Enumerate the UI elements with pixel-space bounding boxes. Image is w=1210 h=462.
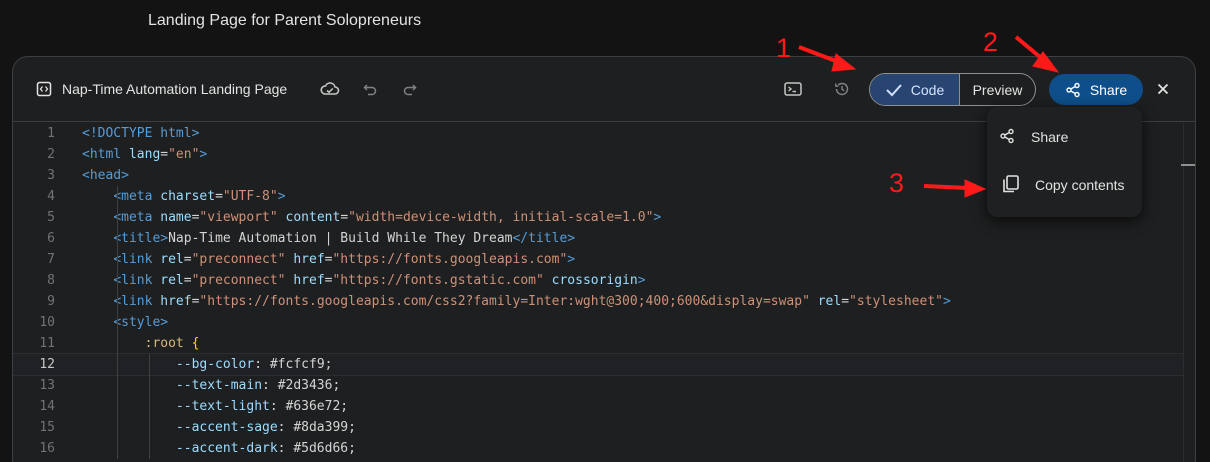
share-icon bbox=[999, 128, 1015, 147]
code-line[interactable]: 7 <link rel="preconnect" href="https://f… bbox=[13, 249, 1183, 270]
code-tab[interactable]: Code bbox=[870, 74, 960, 105]
preview-tab[interactable]: Preview bbox=[960, 74, 1035, 105]
code-text: <style> bbox=[113, 315, 169, 330]
share-menu-item[interactable]: Share bbox=[987, 115, 1142, 159]
line-number: 7 bbox=[47, 252, 55, 267]
share-button-label: Share bbox=[1089, 81, 1128, 98]
line-number: 12 bbox=[39, 357, 55, 372]
code-line[interactable]: 15 --accent-sage: #8da399; bbox=[13, 417, 1183, 438]
view-toggle: Code Preview bbox=[869, 73, 1036, 106]
annotation-2: 2 bbox=[983, 27, 999, 57]
indent-guide bbox=[149, 354, 150, 459]
code-text: <link rel="preconnect" href="https://fon… bbox=[113, 273, 646, 288]
copy-icon bbox=[1001, 174, 1021, 197]
share-menu: Share Copy contents bbox=[987, 107, 1142, 217]
code-text: --text-main: #2d3436; bbox=[175, 378, 341, 393]
line-number: 3 bbox=[47, 168, 55, 183]
code-text: <meta name="viewport" content="width=dev… bbox=[113, 210, 662, 225]
share-icon bbox=[1065, 82, 1081, 98]
line-number: 11 bbox=[39, 336, 55, 351]
code-tab-label: Code bbox=[910, 81, 945, 98]
line-number: 6 bbox=[47, 231, 55, 246]
code-line[interactable]: 12 --bg-color: #fcfcf9; bbox=[13, 353, 1184, 376]
annotation-1: 1 bbox=[776, 33, 792, 63]
code-text: --bg-color: #fcfcf9; bbox=[175, 357, 333, 372]
preview-tab-label: Preview bbox=[972, 81, 1023, 98]
code-line[interactable]: 6 <title>Nap-Time Automation | Build Whi… bbox=[13, 228, 1183, 249]
code-text: --accent-sage: #8da399; bbox=[175, 420, 356, 435]
history-icon[interactable] bbox=[833, 80, 851, 98]
page-title: Landing Page for Parent Solopreneurs bbox=[148, 12, 422, 29]
code-line[interactable]: 9 <link href="https://fonts.googleapis.c… bbox=[13, 291, 1183, 312]
close-icon[interactable] bbox=[1155, 81, 1171, 97]
line-number: 8 bbox=[47, 273, 55, 288]
line-number: 10 bbox=[39, 315, 55, 330]
line-number: 13 bbox=[39, 378, 55, 393]
line-number: 15 bbox=[39, 420, 55, 435]
code-text: <link href="https://fonts.googleapis.com… bbox=[113, 294, 951, 309]
annotation-3: 3 bbox=[889, 168, 905, 198]
indent-guide bbox=[117, 186, 118, 459]
copy-contents-menu-item[interactable]: Copy contents bbox=[987, 163, 1142, 207]
code-text: <head> bbox=[82, 168, 129, 183]
line-number: 2 bbox=[47, 147, 55, 162]
copy-contents-menu-item-label: Copy contents bbox=[1035, 177, 1125, 193]
terminal-icon[interactable] bbox=[783, 80, 803, 98]
line-number: 9 bbox=[47, 294, 55, 309]
code-text: :root { bbox=[144, 336, 200, 351]
code-line[interactable]: 8 <link rel="preconnect" href="https://f… bbox=[13, 270, 1183, 291]
code-text: <title>Nap-Time Automation | Build While… bbox=[113, 231, 576, 246]
line-number: 5 bbox=[47, 210, 55, 225]
redo-icon[interactable] bbox=[401, 80, 419, 98]
code-line[interactable]: 13 --text-main: #2d3436; bbox=[13, 375, 1183, 396]
line-number: 16 bbox=[39, 441, 55, 456]
code-line[interactable]: 11 :root { bbox=[13, 333, 1183, 354]
share-menu-item-label: Share bbox=[1031, 129, 1069, 145]
code-text: <html lang="en"> bbox=[82, 147, 208, 162]
vertical-scrollbar[interactable] bbox=[1183, 123, 1195, 462]
check-icon bbox=[885, 83, 903, 97]
code-file-icon bbox=[35, 80, 53, 98]
code-text: <!DOCTYPE html> bbox=[82, 126, 200, 141]
line-number: 4 bbox=[47, 189, 55, 204]
scrollbar-position-marker bbox=[1181, 164, 1195, 166]
code-text: <link rel="preconnect" href="https://fon… bbox=[113, 252, 576, 267]
share-button[interactable]: Share bbox=[1049, 74, 1143, 105]
code-line[interactable]: 14 --text-light: #636e72; bbox=[13, 396, 1183, 417]
undo-icon[interactable] bbox=[361, 80, 379, 98]
code-line[interactable]: 10 <style> bbox=[13, 312, 1183, 333]
code-text: --accent-dark: #5d6d66; bbox=[175, 441, 356, 456]
code-text: --text-light: #636e72; bbox=[175, 399, 349, 414]
code-text: <meta charset="UTF-8"> bbox=[113, 189, 286, 204]
cloud-sync-icon[interactable] bbox=[319, 79, 341, 99]
file-title: Nap-Time Automation Landing Page bbox=[62, 81, 288, 97]
line-number: 1 bbox=[47, 126, 55, 141]
code-line[interactable]: 16 --accent-dark: #5d6d66; bbox=[13, 438, 1183, 459]
line-number: 14 bbox=[39, 399, 55, 414]
